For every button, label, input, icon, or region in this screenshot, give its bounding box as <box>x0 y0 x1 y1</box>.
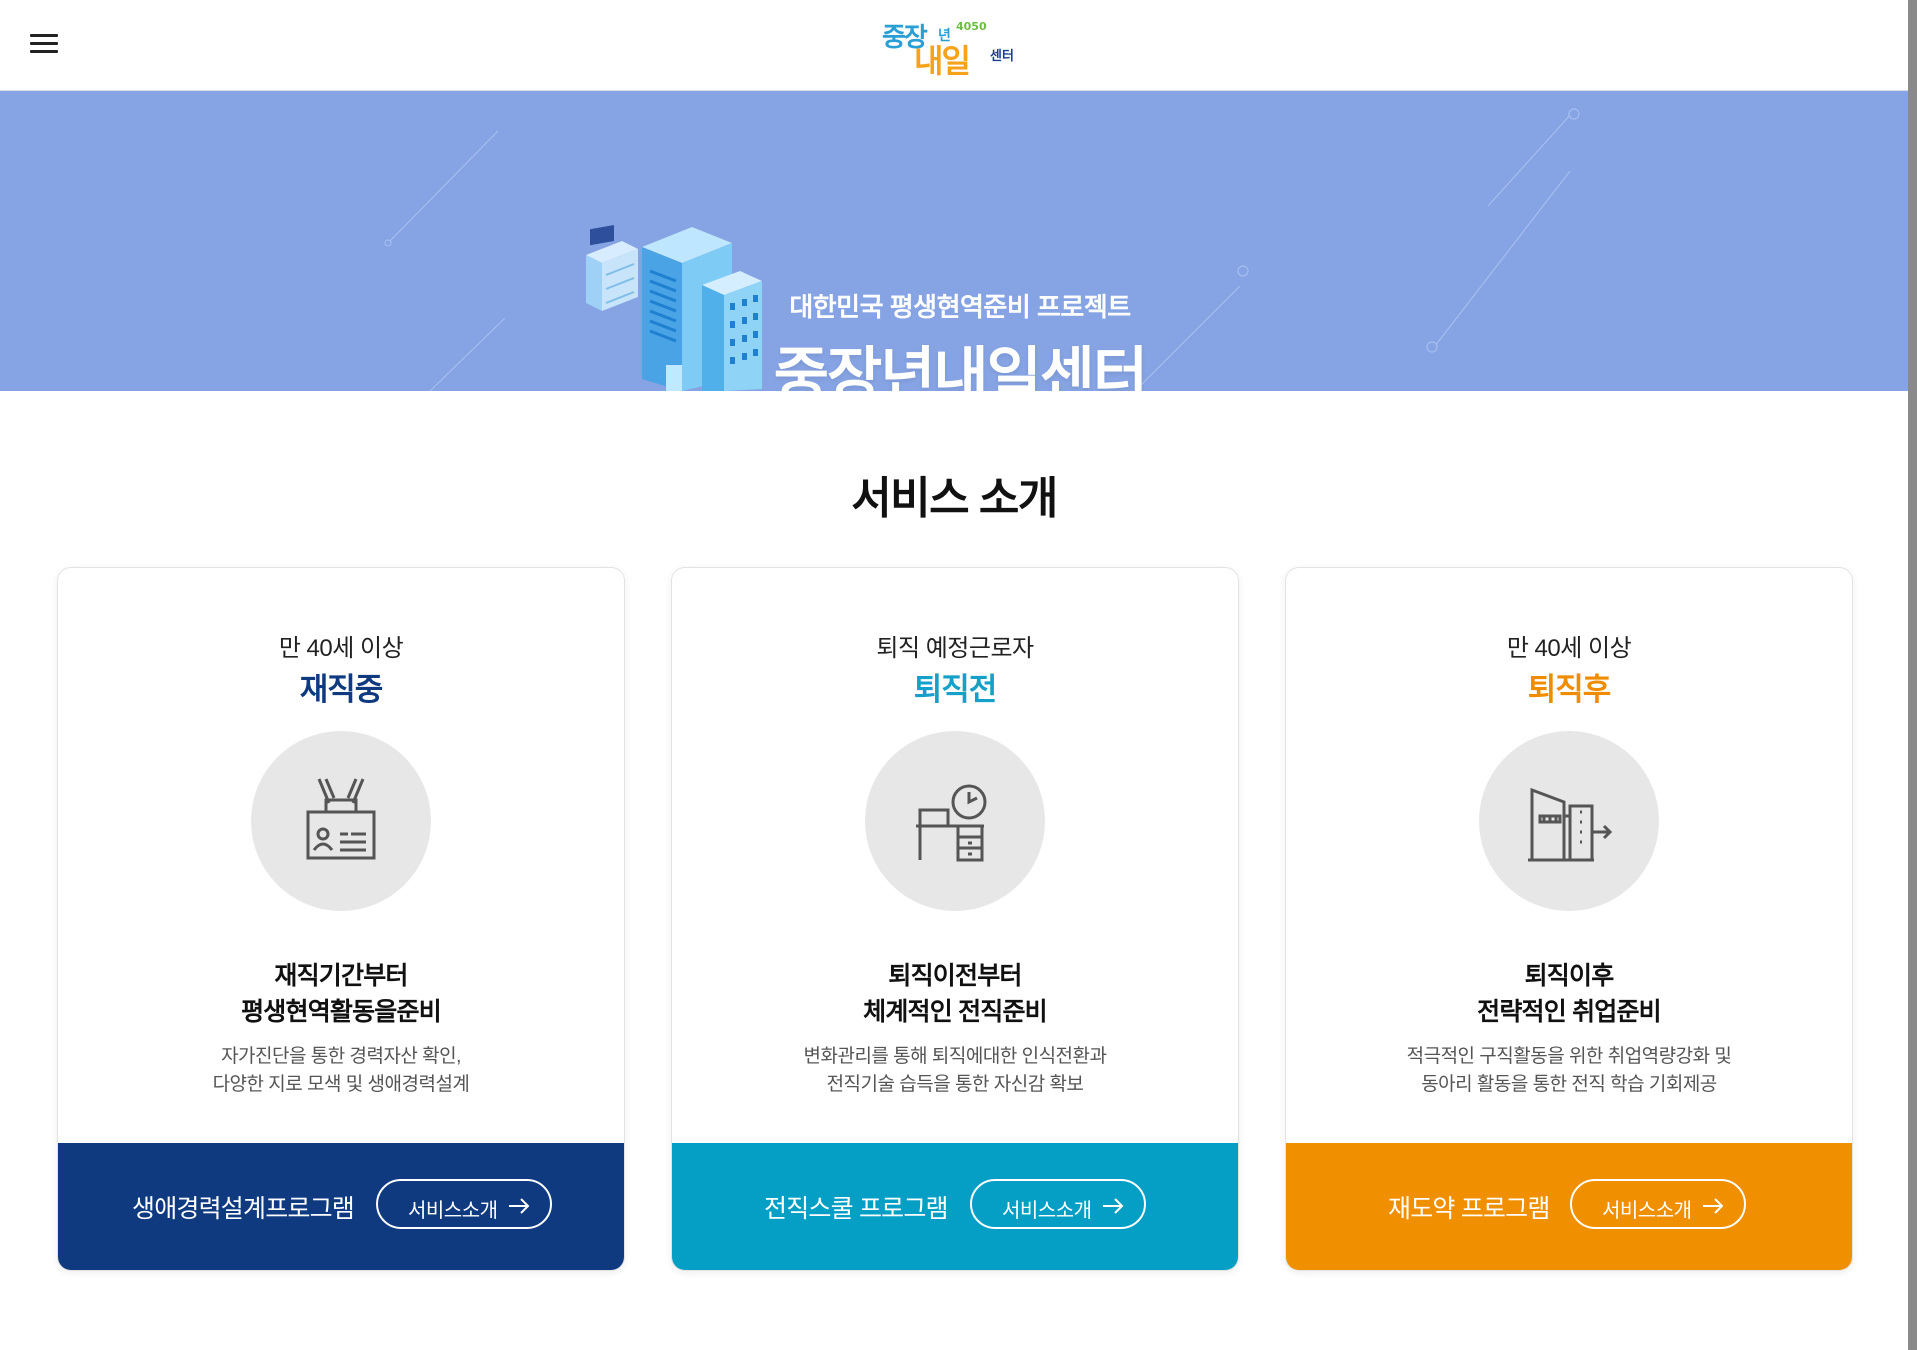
card-target: 만 40세 이상 <box>1506 635 1632 662</box>
card-headline: 퇴직이후 전략적인 취업준비 <box>1286 958 1852 1030</box>
service-card-employed: 만 40세 이상 재직중 재직기간부터 평생현역활동을준비 자가진단을 통한 경… <box>57 567 625 1271</box>
card-stage: 퇴직전 <box>913 672 998 707</box>
menu-line-icon <box>30 42 58 45</box>
card-description-line: 동아리 활동을 통한 전직 학습 기회제공 <box>1421 1074 1717 1095</box>
card-stage: 재직중 <box>299 672 384 707</box>
menu-line-icon <box>30 50 58 53</box>
program-link[interactable]: 생애경력설계프로그램 <box>132 1189 355 1225</box>
card-headline: 퇴직이전부터 체계적인 전직준비 <box>672 958 1238 1030</box>
card-headline: 재직기간부터 평생현역활동을준비 <box>58 958 624 1030</box>
logo-badge: 4050 <box>956 20 987 33</box>
card-description-line: 변화관리를 통해 퇴직에대한 인식전환과 <box>803 1046 1108 1067</box>
card-headline-line: 전략적인 취업준비 <box>1477 998 1662 1026</box>
page: 중장 년 4050 내일 센터 대한민국 평생현역준비 프로젝트 중장년내일센터… <box>0 0 1908 1350</box>
card-description: 변화관리를 통해 퇴직에대한 인식전환과 전직기술 습득을 통한 자신감 확보 <box>672 1043 1238 1099</box>
service-card-pre-retirement: 퇴직 예정근로자 퇴직전 퇴직이전부터 체계적인 전직준비 변화관리를 통해 퇴… <box>671 567 1239 1271</box>
card-headline-line: 체계적인 전직준비 <box>863 998 1048 1026</box>
arrow-right-icon <box>1103 1198 1124 1214</box>
program-link[interactable]: 재도약 프로그램 <box>1388 1189 1550 1225</box>
service-intro-label: 서비스소개 <box>1002 1200 1092 1222</box>
card-description-line: 자가진단을 통한 경력자산 확인, <box>221 1046 461 1067</box>
card-footer: 생애경력설계프로그램 서비스소개 <box>58 1143 624 1270</box>
scrollbar-thumb[interactable] <box>1908 0 1917 1350</box>
building-exit-icon <box>1528 787 1613 862</box>
site-logo[interactable]: 중장 년 4050 내일 센터 <box>878 14 1038 78</box>
id-badge-icon <box>306 778 376 860</box>
service-intro-label: 서비스소개 <box>408 1200 498 1222</box>
card-headline-line: 퇴직이후 <box>1524 962 1615 990</box>
arrow-right-icon <box>509 1198 530 1214</box>
service-intro-button[interactable]: 서비스소개 <box>376 1179 552 1229</box>
vertical-scrollbar[interactable] <box>1908 0 1917 1350</box>
service-intro-button[interactable]: 서비스소개 <box>1570 1179 1746 1229</box>
service-intro-label: 서비스소개 <box>1602 1200 1692 1222</box>
card-headline-line: 평생현역활동을준비 <box>241 998 442 1026</box>
hamburger-menu-button[interactable] <box>28 30 62 56</box>
card-icon-circle <box>251 731 431 911</box>
card-description-line: 다양한 지로 모색 및 생애경력설계 <box>212 1074 470 1095</box>
banner-title: 중장년내일센터 <box>773 342 1148 391</box>
card-icon-circle <box>1479 731 1659 911</box>
svg-text:센터: 센터 <box>990 48 1014 64</box>
menu-line-icon <box>30 34 58 37</box>
card-headline-line: 재직기간부터 <box>274 962 408 990</box>
section-title: 서비스 소개 <box>851 474 1058 523</box>
card-icon-circle <box>865 731 1045 911</box>
desk-clock-icon <box>916 784 987 862</box>
card-target: 만 40세 이상 <box>278 635 404 662</box>
card-headline-line: 퇴직이전부터 <box>888 962 1022 990</box>
banner-kicker: 대한민국 평생현역준비 프로젝트 <box>789 292 1131 322</box>
service-card-post-retirement: 만 40세 이상 퇴직후 퇴직이후 전략적인 취업준비 적극적인 구직활동을 위… <box>1285 567 1853 1271</box>
service-intro-button[interactable]: 서비스소개 <box>970 1179 1146 1229</box>
arrow-right-icon <box>1703 1198 1724 1214</box>
svg-text:내일: 내일 <box>914 42 969 78</box>
card-footer: 재도약 프로그램 서비스소개 <box>1286 1143 1852 1270</box>
card-description-line: 적극적인 구직활동을 위한 취업역량강화 및 <box>1406 1046 1732 1067</box>
card-description: 적극적인 구직활동을 위한 취업역량강화 및 동아리 활동을 통한 전직 학습 … <box>1286 1043 1852 1099</box>
card-stage: 퇴직후 <box>1527 672 1612 707</box>
card-description-line: 전직기술 습득을 통한 자신감 확보 <box>826 1074 1084 1095</box>
card-footer: 전직스쿨 프로그램 서비스소개 <box>672 1143 1238 1270</box>
site-header: 중장 년 4050 내일 센터 <box>0 0 1908 91</box>
hero-banner: 대한민국 평생현역준비 프로젝트 중장년내일센터 <box>0 91 1908 391</box>
card-description: 자가진단을 통한 경력자산 확인, 다양한 지로 모색 및 생애경력설계 <box>58 1043 624 1099</box>
program-link[interactable]: 전직스쿨 프로그램 <box>764 1189 949 1225</box>
card-target: 퇴직 예정근로자 <box>876 635 1034 662</box>
logo-icon: 중장 년 4050 내일 센터 <box>882 20 1014 78</box>
